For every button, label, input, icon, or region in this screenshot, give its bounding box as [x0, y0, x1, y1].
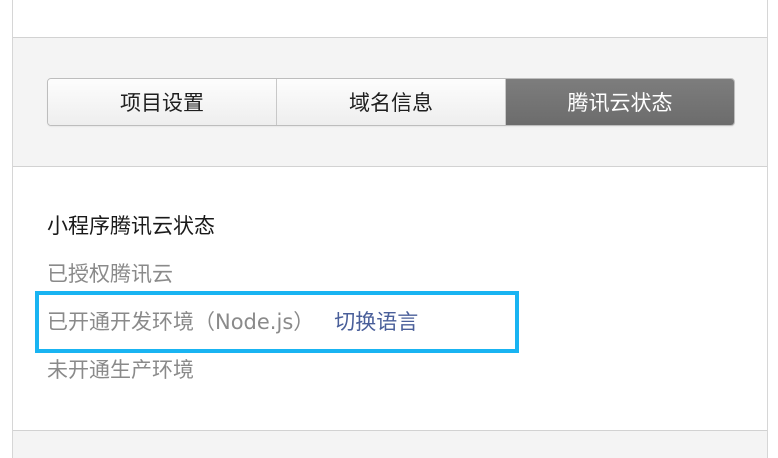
- authorized-status: 已授权腾讯云: [47, 262, 173, 286]
- bottom-band: [13, 431, 767, 458]
- tab-domain-info[interactable]: 域名信息: [277, 79, 506, 125]
- settings-panel: 项目设置 域名信息 腾讯云状态 小程序腾讯云状态 已授权腾讯云 已开通开发环境（…: [12, 0, 768, 458]
- tab-segmented-control: 项目设置 域名信息 腾讯云状态: [47, 78, 735, 126]
- highlight-box: [35, 291, 519, 353]
- tab-tencent-cloud-status[interactable]: 腾讯云状态: [506, 79, 734, 125]
- tab-bar-divider: [13, 166, 767, 167]
- prod-env-status: 未开通生产环境: [47, 358, 194, 382]
- status-section-title: 小程序腾讯云状态: [47, 214, 215, 238]
- tab-project-settings[interactable]: 项目设置: [48, 79, 277, 125]
